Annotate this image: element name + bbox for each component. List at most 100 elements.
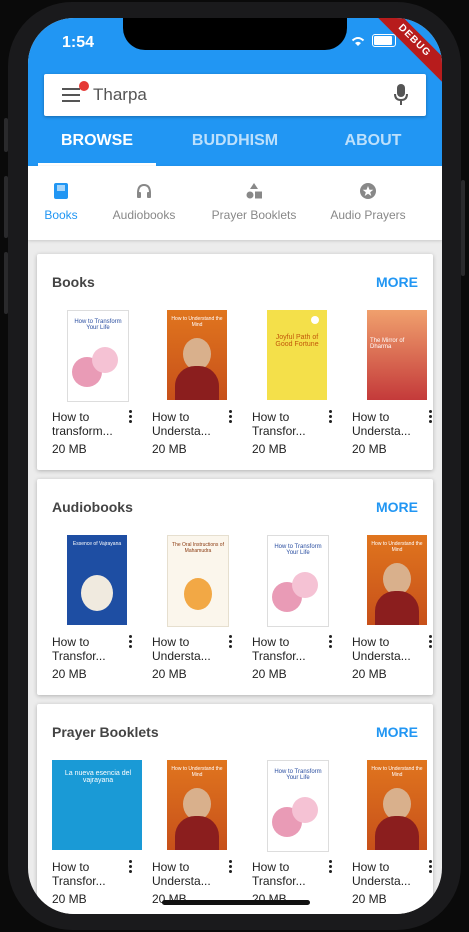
book-title: How to Understa... — [152, 635, 211, 663]
home-indicator[interactable] — [162, 900, 310, 905]
category-label: Prayer Booklets — [211, 208, 297, 222]
book-item[interactable]: How to Transform Your Life How to Transf… — [252, 535, 342, 681]
book-item[interactable]: Essence of Vajrayana How to Transfor... … — [52, 535, 142, 681]
book-cover: How to Understand the Mind — [367, 760, 427, 850]
side-button — [461, 180, 465, 276]
book-cover: La nueva esencia del vajrayana — [52, 760, 142, 850]
main-tabs: BROWSE BUDDHISM ABOUT — [28, 118, 442, 166]
book-size: 20 MB — [52, 667, 87, 681]
book-title: How to Understa... — [152, 860, 211, 888]
book-item[interactable]: How to Understand the Mind How to Unders… — [152, 310, 242, 456]
book-item[interactable]: How to Understand the Mind How to Unders… — [152, 760, 242, 906]
section-title: Prayer Booklets — [52, 724, 159, 740]
book-title: How to Understa... — [152, 410, 211, 438]
book-item[interactable]: How to Transform Your Life How to Transf… — [252, 760, 342, 906]
book-item[interactable]: Joyful Path of Good Fortune How to Trans… — [252, 310, 342, 456]
book-title: How to transform... — [52, 410, 113, 438]
more-options-icon[interactable] — [429, 860, 433, 875]
book-item[interactable]: How to Understand the Mind How to Unders… — [352, 760, 433, 906]
wifi-icon — [351, 36, 365, 46]
tab-buddhism[interactable]: BUDDHISM — [166, 118, 304, 166]
book-cover: How to Transform Your Life — [67, 310, 129, 402]
category-label: Audio Prayers — [330, 208, 406, 222]
notification-dot — [79, 81, 89, 91]
book-cover: How to Transform Your Life — [267, 535, 329, 627]
book-cover: How to Transform Your Life — [267, 760, 329, 852]
search-bar[interactable]: Tharpa — [44, 74, 426, 116]
category-label: Books — [44, 208, 78, 222]
book-item[interactable]: The Oral Instructions of Mahamudra How t… — [152, 535, 242, 681]
tab-browse[interactable]: BROWSE — [28, 118, 166, 166]
book-size: 20 MB — [52, 892, 87, 906]
category-bar: Books Audiobooks Prayer Booklets Audio P… — [28, 166, 442, 240]
more-options-icon[interactable] — [229, 860, 233, 875]
book-cover: The Oral Instructions of Mahamudra — [167, 535, 229, 627]
book-size: 20 MB — [52, 442, 87, 456]
mic-icon[interactable] — [394, 84, 408, 106]
book-title: How to Transfor... — [252, 860, 306, 888]
more-button[interactable]: MORE — [376, 274, 418, 290]
section-title: Audiobooks — [52, 499, 133, 515]
category-audiobooks[interactable]: Audiobooks — [94, 166, 194, 240]
book-cover: Essence of Vajrayana — [67, 535, 127, 625]
book-cover: How to Understand the Mind — [367, 535, 427, 625]
section-books: Books MORE How to Transform Your Life Ho… — [37, 254, 433, 470]
book-size: 20 MB — [252, 442, 287, 456]
book-icon — [54, 183, 68, 199]
search-input[interactable]: Tharpa — [93, 85, 147, 105]
more-options-icon[interactable] — [329, 635, 333, 650]
section-audiobooks: Audiobooks MORE Essence of Vajrayana How… — [37, 479, 433, 695]
book-title: How to Understa... — [352, 860, 411, 888]
more-options-icon[interactable] — [429, 635, 433, 650]
battery-icon — [372, 34, 396, 47]
book-size: 20 MB — [252, 667, 287, 681]
book-size: 20 MB — [352, 667, 387, 681]
side-button — [4, 252, 8, 314]
star-circle-icon — [360, 183, 376, 199]
book-size: 20 MB — [152, 442, 187, 456]
book-size: 20 MB — [352, 892, 387, 906]
book-title: How to Transfor... — [52, 635, 106, 663]
category-books[interactable]: Books — [28, 166, 94, 240]
screen: Tharpa BROWSE BUDDHISM ABOUT 1:54 DEBUG — [28, 18, 442, 914]
book-cover: How to Understand the Mind — [167, 310, 227, 400]
menu-icon[interactable] — [62, 88, 80, 102]
book-title: How to Transfor... — [252, 410, 306, 438]
section-title: Books — [52, 274, 95, 290]
status-time: 1:54 — [62, 34, 95, 51]
book-title: How to Understa... — [352, 635, 411, 663]
book-title: How to Transfor... — [252, 635, 306, 663]
headphones-icon — [137, 183, 151, 198]
book-item[interactable]: La nueva esencia del vajrayana How to Tr… — [52, 760, 142, 906]
more-options-icon[interactable] — [229, 410, 233, 425]
book-item[interactable]: The Mirror of Dharma How to Understa... … — [352, 310, 433, 456]
more-options-icon[interactable] — [329, 860, 333, 875]
category-audio-prayers[interactable]: Audio Prayers — [314, 166, 422, 240]
more-button[interactable]: MORE — [376, 499, 418, 515]
more-options-icon[interactable] — [429, 410, 433, 425]
shapes-icon — [246, 183, 262, 199]
book-item[interactable]: How to Transform Your Life How to transf… — [52, 310, 142, 456]
category-prayer-booklets[interactable]: Prayer Booklets — [194, 166, 314, 240]
book-size: 20 MB — [152, 667, 187, 681]
more-options-icon[interactable] — [229, 635, 233, 650]
side-button — [4, 118, 8, 152]
status-icons — [350, 34, 396, 47]
book-title: How to Understa... — [352, 410, 411, 438]
book-cover: Joyful Path of Good Fortune — [267, 310, 327, 400]
side-button — [4, 176, 8, 238]
section-prayer-booklets: Prayer Booklets MORE La nueva esencia de… — [37, 704, 433, 914]
book-cover: The Mirror of Dharma — [367, 310, 427, 400]
book-title: How to Transfor... — [52, 860, 106, 888]
book-item[interactable]: How to Understand the Mind How to Unders… — [352, 535, 433, 681]
more-options-icon[interactable] — [129, 635, 133, 650]
tab-about[interactable]: ABOUT — [304, 118, 442, 166]
book-size: 20 MB — [352, 442, 387, 456]
more-options-icon[interactable] — [129, 860, 133, 875]
notch — [123, 18, 347, 50]
more-options-icon[interactable] — [129, 410, 133, 425]
book-cover: How to Understand the Mind — [167, 760, 227, 850]
more-options-icon[interactable] — [329, 410, 333, 425]
category-label: Audiobooks — [112, 208, 176, 222]
more-button[interactable]: MORE — [376, 724, 418, 740]
